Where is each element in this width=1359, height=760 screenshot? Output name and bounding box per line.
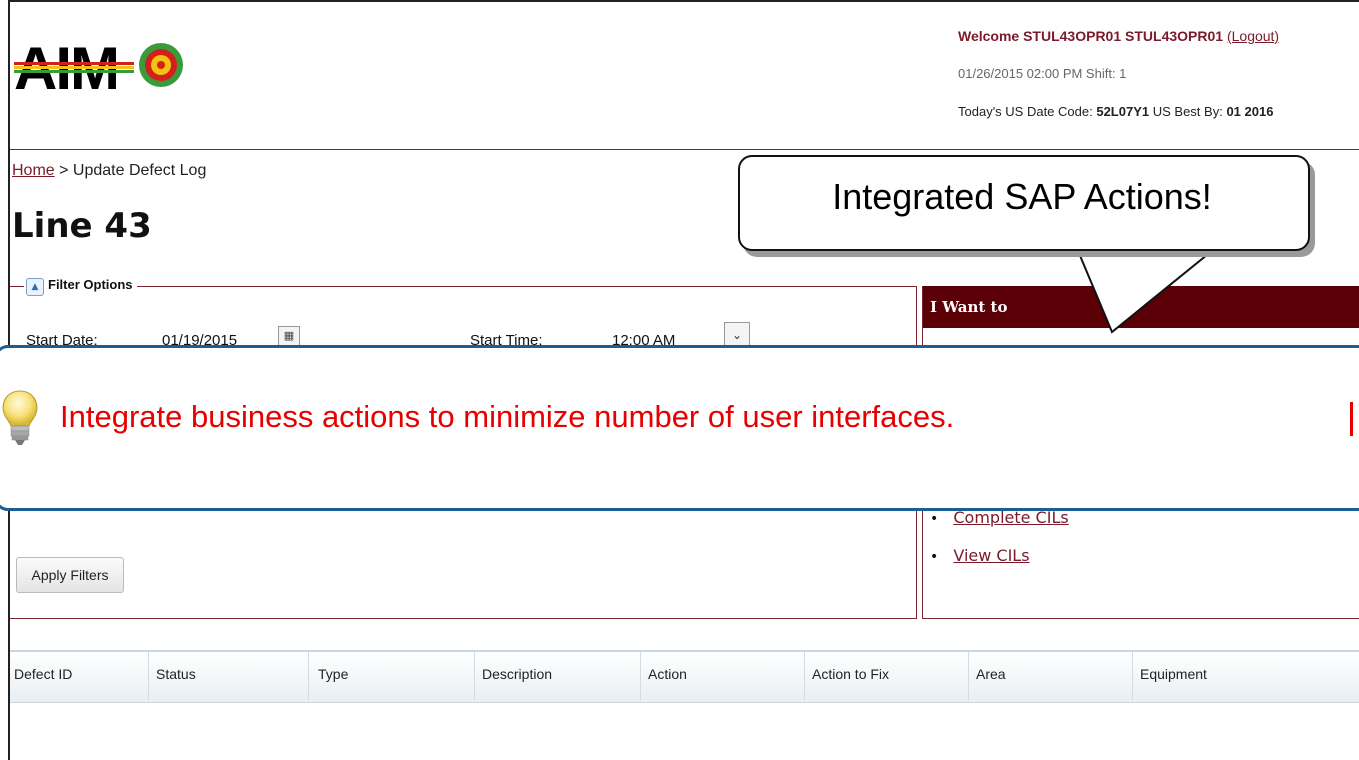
list-item: • View CILs	[930, 546, 1030, 565]
logo-stripe-green	[14, 70, 134, 73]
column-divider	[474, 652, 475, 700]
breadcrumb-home-link[interactable]: Home	[12, 162, 55, 179]
column-header-defect-id[interactable]: Defect ID	[14, 666, 72, 682]
logo-stripe-yellow	[14, 66, 134, 69]
page-title: Line 43	[12, 206, 152, 246]
datecode-value: 52L07Y1	[1096, 104, 1150, 119]
bestby-value: 01 2016	[1226, 104, 1274, 119]
shift-datetime: 01/26/2015 02:00 PM Shift: 1	[958, 66, 1127, 81]
column-divider	[1132, 652, 1133, 700]
filter-border-top-left	[10, 286, 24, 287]
apply-filters-button[interactable]: Apply Filters	[16, 557, 124, 593]
breadcrumb: Home > Update Defect Log	[12, 162, 206, 180]
bestby-label: US Best By:	[1152, 104, 1223, 119]
column-header-equipment[interactable]: Equipment	[1140, 666, 1207, 682]
breadcrumb-separator: >	[54, 162, 73, 179]
bullet-icon: •	[930, 549, 939, 565]
target-icon	[139, 43, 183, 87]
frame-top-border	[8, 0, 1359, 2]
logo-stripe-red	[14, 62, 134, 65]
column-divider	[804, 652, 805, 700]
column-header-area[interactable]: Area	[976, 666, 1006, 682]
column-header-description[interactable]: Description	[482, 666, 552, 682]
welcome-text: Welcome STUL43OPR01 STUL43OPR01	[958, 28, 1224, 44]
filter-border-bottom	[10, 618, 917, 619]
callout-tail	[1072, 240, 1220, 334]
callout-text: Integrated SAP Actions!	[832, 176, 1212, 217]
breadcrumb-current: Update Defect Log	[72, 162, 207, 179]
iwant-panel-title: I Want to	[930, 298, 1008, 316]
datecode-label: Today's US Date Code:	[958, 104, 1093, 119]
column-divider	[968, 652, 969, 700]
iwant-panel-border-bottom	[922, 618, 1359, 619]
filter-options-label: Filter Options	[48, 277, 137, 292]
date-code-line: Today's US Date Code: 52L07Y1 US Best By…	[958, 104, 1273, 119]
column-header-action[interactable]: Action	[648, 666, 687, 682]
tip-text: Integrate business actions to minimize n…	[60, 399, 955, 434]
column-divider	[148, 652, 149, 700]
bullet-icon: •	[930, 511, 939, 527]
column-divider	[640, 652, 641, 700]
filter-border-top	[60, 286, 916, 287]
view-cils-link[interactable]: View CILs	[953, 546, 1029, 565]
collapse-up-icon[interactable]: ▲	[26, 278, 44, 296]
logout-link[interactable]: (Logout)	[1227, 28, 1279, 44]
lightbulb-icon	[2, 390, 38, 445]
column-header-type[interactable]: Type	[318, 666, 348, 682]
calendar-icon[interactable]: ▦	[278, 326, 300, 346]
column-header-status[interactable]: Status	[156, 666, 196, 682]
column-header-action-to-fix[interactable]: Action to Fix	[812, 666, 889, 682]
tip-text-cursor	[1350, 402, 1353, 436]
welcome-message: Welcome STUL43OPR01 STUL43OPR01 (Logout)	[958, 28, 1279, 44]
column-divider	[308, 652, 309, 700]
header-divider	[10, 149, 1359, 150]
